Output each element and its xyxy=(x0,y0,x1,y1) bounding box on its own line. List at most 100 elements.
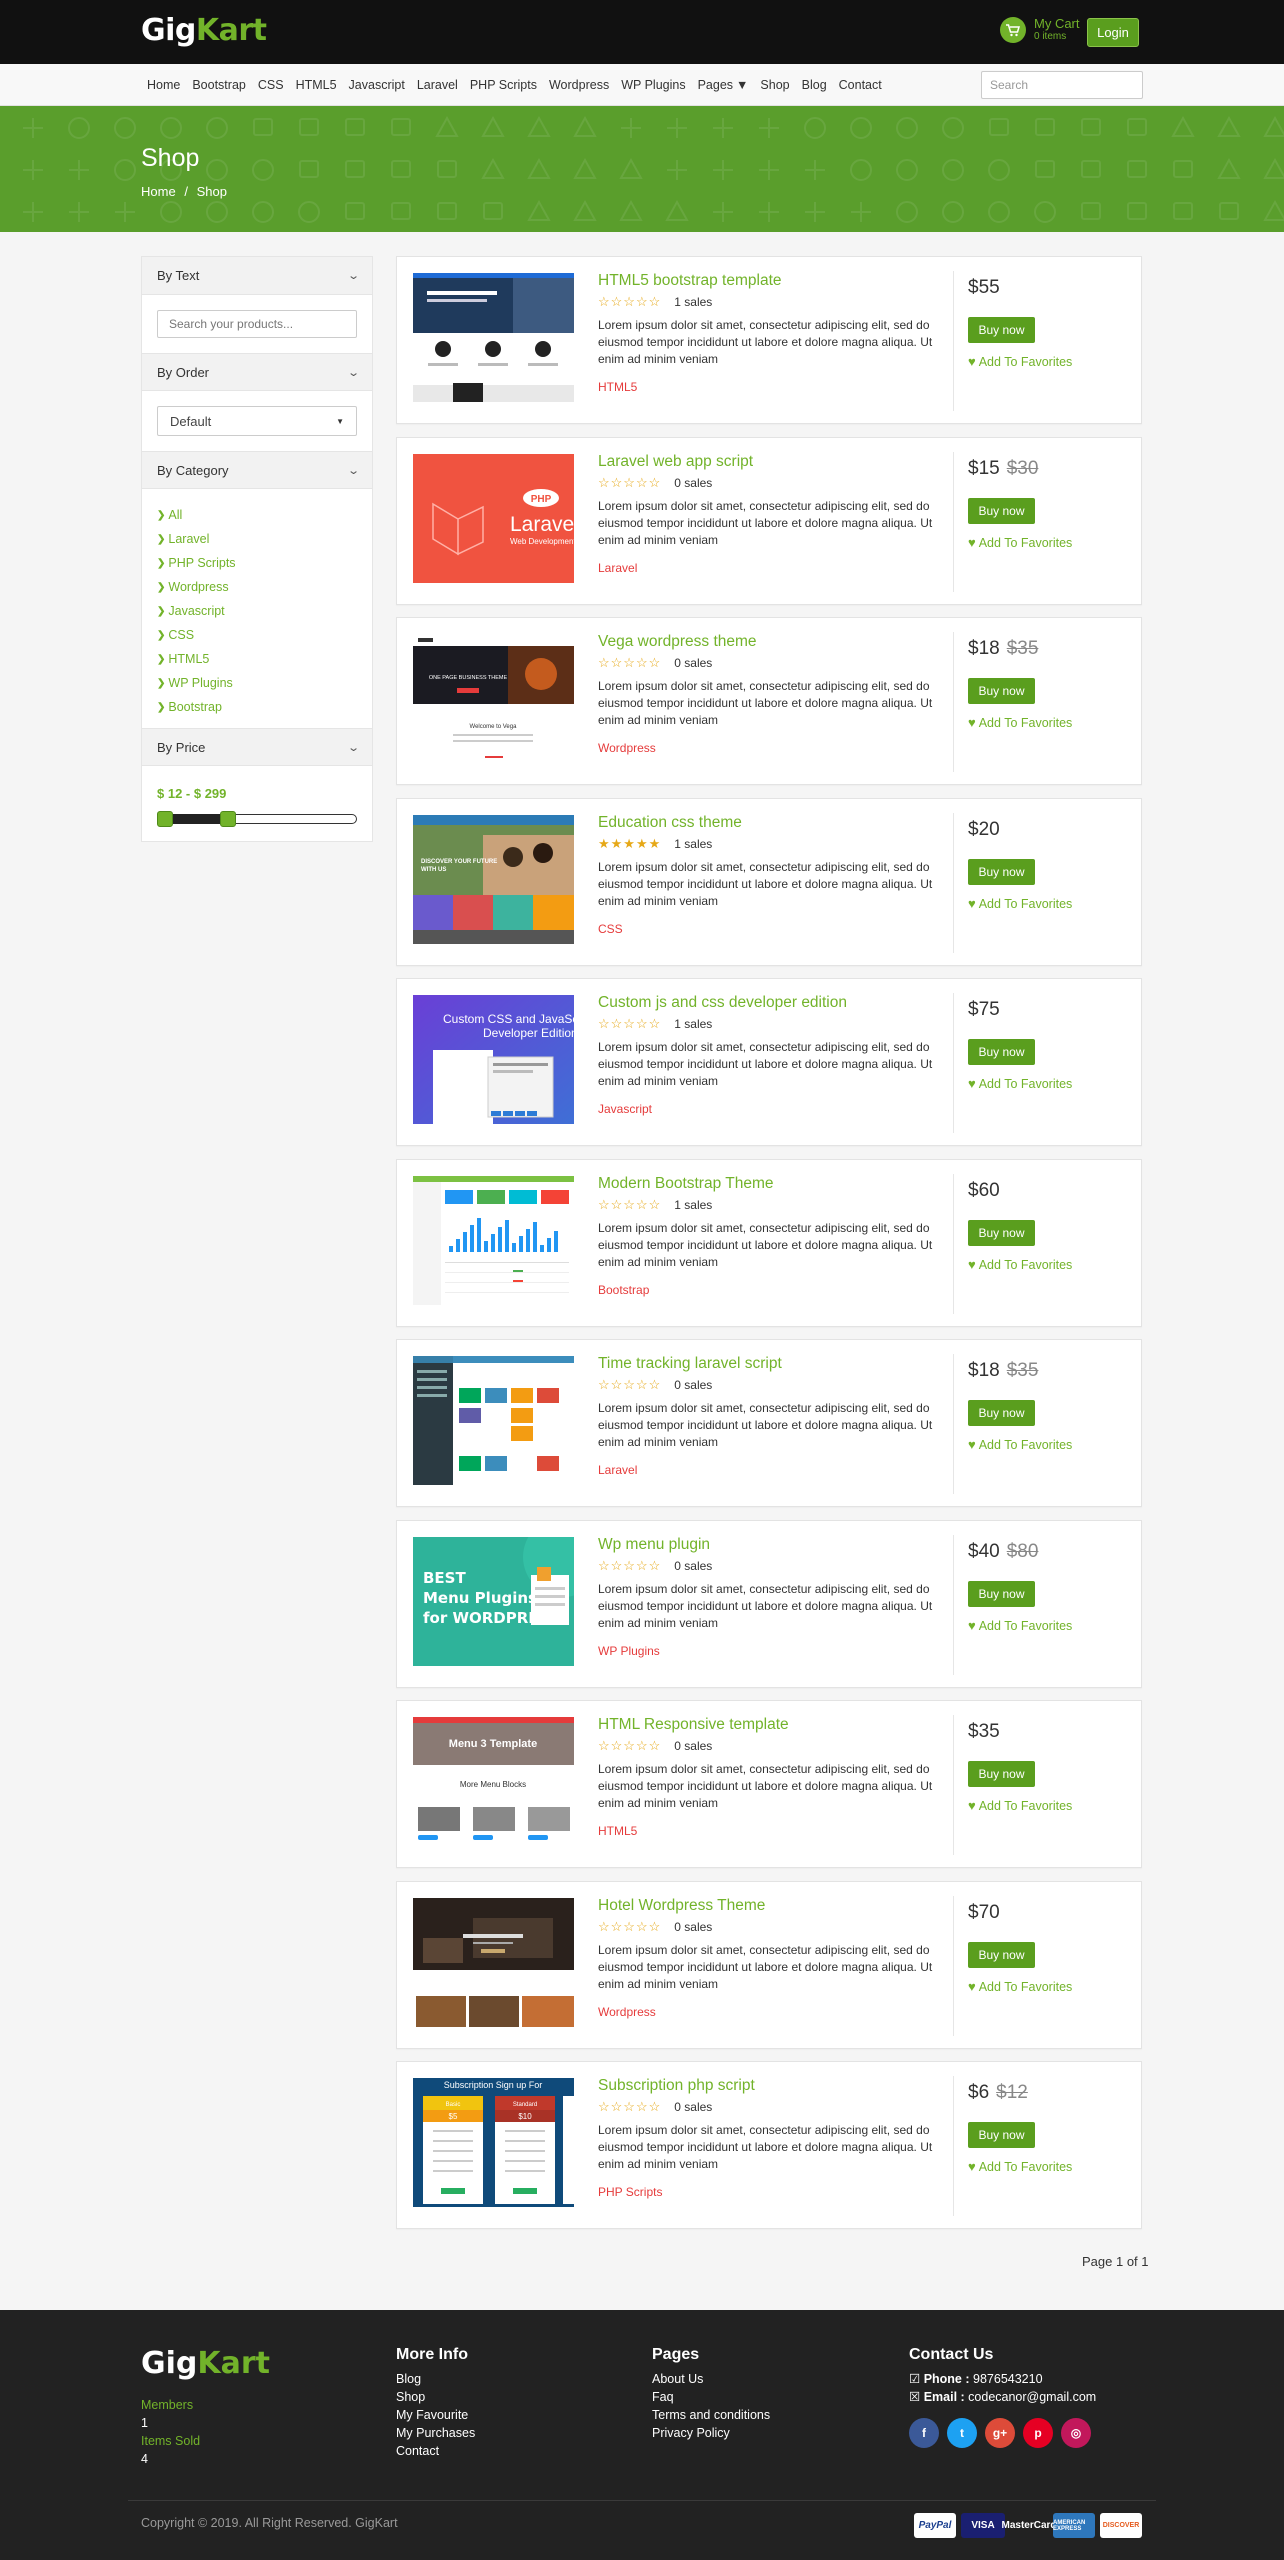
footer-link-privacy-policy[interactable]: Privacy Policy xyxy=(652,2424,770,2442)
nav-item-html5[interactable]: HTML5 xyxy=(296,78,337,92)
footer-link-blog[interactable]: Blog xyxy=(396,2370,475,2388)
google-plus-icon[interactable]: g+ xyxy=(985,2418,1015,2448)
category-javascript[interactable]: ❯ Javascript xyxy=(157,599,357,623)
site-logo[interactable]: GigKart xyxy=(141,13,267,48)
add-to-favorites-link[interactable]: ♥ Add To Favorites xyxy=(968,1798,1072,1813)
filter-by-category-header[interactable]: By Category ⌄ xyxy=(142,451,372,489)
footer-logo[interactable]: GigKart xyxy=(141,2346,270,2381)
product-thumbnail[interactable]: BEST Menu Plugins for WORDPRESS xyxy=(413,1536,574,1666)
product-title[interactable]: HTML Responsive template xyxy=(598,1715,948,1735)
footer-link-about-us[interactable]: About Us xyxy=(652,2370,770,2388)
order-select[interactable]: Default ▼ xyxy=(157,406,357,436)
product-search-input[interactable]: Search your products... xyxy=(157,310,357,338)
product-title[interactable]: Time tracking laravel script xyxy=(598,1354,948,1374)
add-to-favorites-link[interactable]: ♥ Add To Favorites xyxy=(968,896,1072,911)
instagram-icon[interactable]: ◎ xyxy=(1061,2418,1091,2448)
buy-now-button[interactable]: Buy now xyxy=(968,1219,1035,1246)
filter-by-order-header[interactable]: By Order ⌄ xyxy=(142,353,372,391)
product-thumbnail[interactable]: PHP Laravel Web Development xyxy=(413,453,574,583)
category-laravel[interactable]: ❯ Laravel xyxy=(157,527,357,551)
footer-link-faq[interactable]: Faq xyxy=(652,2388,770,2406)
buy-now-button[interactable]: Buy now xyxy=(968,1039,1035,1065)
product-category[interactable]: HTML5 xyxy=(598,380,948,394)
product-category[interactable]: Wordpress xyxy=(598,2005,948,2019)
nav-item-pages[interactable]: Pages xyxy=(698,78,733,92)
cart-widget[interactable]: My Cart 0 items xyxy=(1000,17,1080,43)
product-thumbnail[interactable] xyxy=(413,1175,574,1305)
nav-item-contact[interactable]: Contact xyxy=(839,78,882,92)
nav-item-bootstrap[interactable]: Bootstrap xyxy=(192,78,246,92)
product-title[interactable]: Wp menu plugin xyxy=(598,1535,948,1555)
category-css[interactable]: ❯ CSS xyxy=(157,623,357,647)
category-html5[interactable]: ❯ HTML5 xyxy=(157,647,357,671)
nav-item-php-scripts[interactable]: PHP Scripts xyxy=(470,78,537,92)
caret-down-icon[interactable]: ▼ xyxy=(736,78,748,92)
buy-now-button[interactable]: Buy now xyxy=(968,497,1035,524)
product-title[interactable]: Subscription php script xyxy=(598,2076,948,2096)
product-title[interactable]: HTML5 bootstrap template xyxy=(598,271,948,291)
nav-item-wordpress[interactable]: Wordpress xyxy=(549,78,609,92)
footer-link-contact[interactable]: Contact xyxy=(396,2442,475,2460)
buy-now-button[interactable]: Buy now xyxy=(968,317,1035,343)
nav-item-wp-plugins[interactable]: WP Plugins xyxy=(621,78,685,92)
category-wp-plugins[interactable]: ❯ WP Plugins xyxy=(157,671,357,695)
add-to-favorites-link[interactable]: ♥ Add To Favorites xyxy=(968,1076,1072,1091)
filter-by-text-header[interactable]: By Text ⌄ xyxy=(142,257,372,295)
chevron-down-icon[interactable]: ⌄ xyxy=(347,741,360,754)
product-title[interactable]: Modern Bootstrap Theme xyxy=(598,1174,948,1194)
add-to-favorites-link[interactable]: ♥ Add To Favorites xyxy=(968,2159,1072,2174)
product-thumbnail[interactable]: DISCOVER YOUR FUTURE WITH US xyxy=(413,814,574,944)
facebook-icon[interactable]: f xyxy=(909,2418,939,2448)
price-range-slider[interactable] xyxy=(157,805,357,835)
add-to-favorites-link[interactable]: ♥ Add To Favorites xyxy=(968,715,1072,730)
filter-by-price-header[interactable]: By Price ⌄ xyxy=(142,728,372,766)
product-title[interactable]: Education css theme xyxy=(598,813,948,833)
category-php-scripts[interactable]: ❯ PHP Scripts xyxy=(157,551,357,575)
chevron-down-icon[interactable]: ⌄ xyxy=(347,269,360,282)
add-to-favorites-link[interactable]: ♥ Add To Favorites xyxy=(968,1618,1072,1633)
product-category[interactable]: CSS xyxy=(598,922,948,936)
buy-now-button[interactable]: Buy now xyxy=(968,1580,1035,1607)
pinterest-icon[interactable]: p xyxy=(1023,2418,1053,2448)
product-thumbnail[interactable] xyxy=(413,1356,574,1485)
product-thumbnail[interactable] xyxy=(413,273,574,402)
chevron-down-icon[interactable]: ⌄ xyxy=(347,464,360,477)
product-category[interactable]: PHP Scripts xyxy=(598,2185,948,2199)
chevron-down-icon[interactable]: ⌄ xyxy=(347,366,360,379)
category-wordpress[interactable]: ❯ Wordpress xyxy=(157,575,357,599)
add-to-favorites-link[interactable]: ♥ Add To Favorites xyxy=(968,1437,1072,1452)
product-thumbnail[interactable]: Menu 3 Template More Menu Blocks xyxy=(413,1717,574,1846)
nav-item-css[interactable]: CSS xyxy=(258,78,284,92)
product-title[interactable]: Vega wordpress theme xyxy=(598,632,948,652)
nav-item-laravel[interactable]: Laravel xyxy=(417,78,458,92)
product-category[interactable]: HTML5 xyxy=(598,1824,948,1838)
product-title[interactable]: Laravel web app script xyxy=(598,452,948,472)
product-thumbnail[interactable]: ONE PAGE BUSINESS THEME Welcome to Vega xyxy=(413,634,574,763)
product-thumbnail[interactable]: Custom CSS and JavaSc Developer Edition xyxy=(413,995,574,1124)
nav-search-input[interactable]: Search xyxy=(981,71,1143,99)
footer-link-my-purchases[interactable]: My Purchases xyxy=(396,2424,475,2442)
product-category[interactable]: Laravel xyxy=(598,561,948,575)
buy-now-button[interactable]: Buy now xyxy=(968,2122,1035,2148)
cart-label[interactable]: My Cart xyxy=(1034,17,1080,30)
product-category[interactable]: Laravel xyxy=(598,1463,948,1477)
slider-max-handle[interactable] xyxy=(220,811,237,827)
buy-now-button[interactable]: Buy now xyxy=(968,678,1035,704)
product-thumbnail[interactable] xyxy=(413,1897,574,2027)
twitter-icon[interactable]: t xyxy=(947,2418,977,2448)
product-category[interactable]: WP Plugins xyxy=(598,1644,948,1658)
product-category[interactable]: Wordpress xyxy=(598,741,948,755)
product-category[interactable]: Javascript xyxy=(598,1102,948,1116)
buy-now-button[interactable]: Buy now xyxy=(968,858,1035,885)
footer-link-shop[interactable]: Shop xyxy=(396,2388,475,2406)
email-value[interactable]: codecanor@gmail.com xyxy=(968,2390,1096,2404)
nav-item-javascript[interactable]: Javascript xyxy=(349,78,405,92)
nav-item-blog[interactable]: Blog xyxy=(802,78,827,92)
add-to-favorites-link[interactable]: ♥ Add To Favorites xyxy=(968,535,1072,550)
buy-now-button[interactable]: Buy now xyxy=(968,1941,1035,1968)
add-to-favorites-link[interactable]: ♥ Add To Favorites xyxy=(968,1979,1072,1994)
add-to-favorites-link[interactable]: ♥ Add To Favorites xyxy=(968,354,1072,369)
footer-link-terms-and-conditions[interactable]: Terms and conditions xyxy=(652,2406,770,2424)
buy-now-button[interactable]: Buy now xyxy=(968,1761,1035,1787)
slider-min-handle[interactable] xyxy=(157,811,173,827)
